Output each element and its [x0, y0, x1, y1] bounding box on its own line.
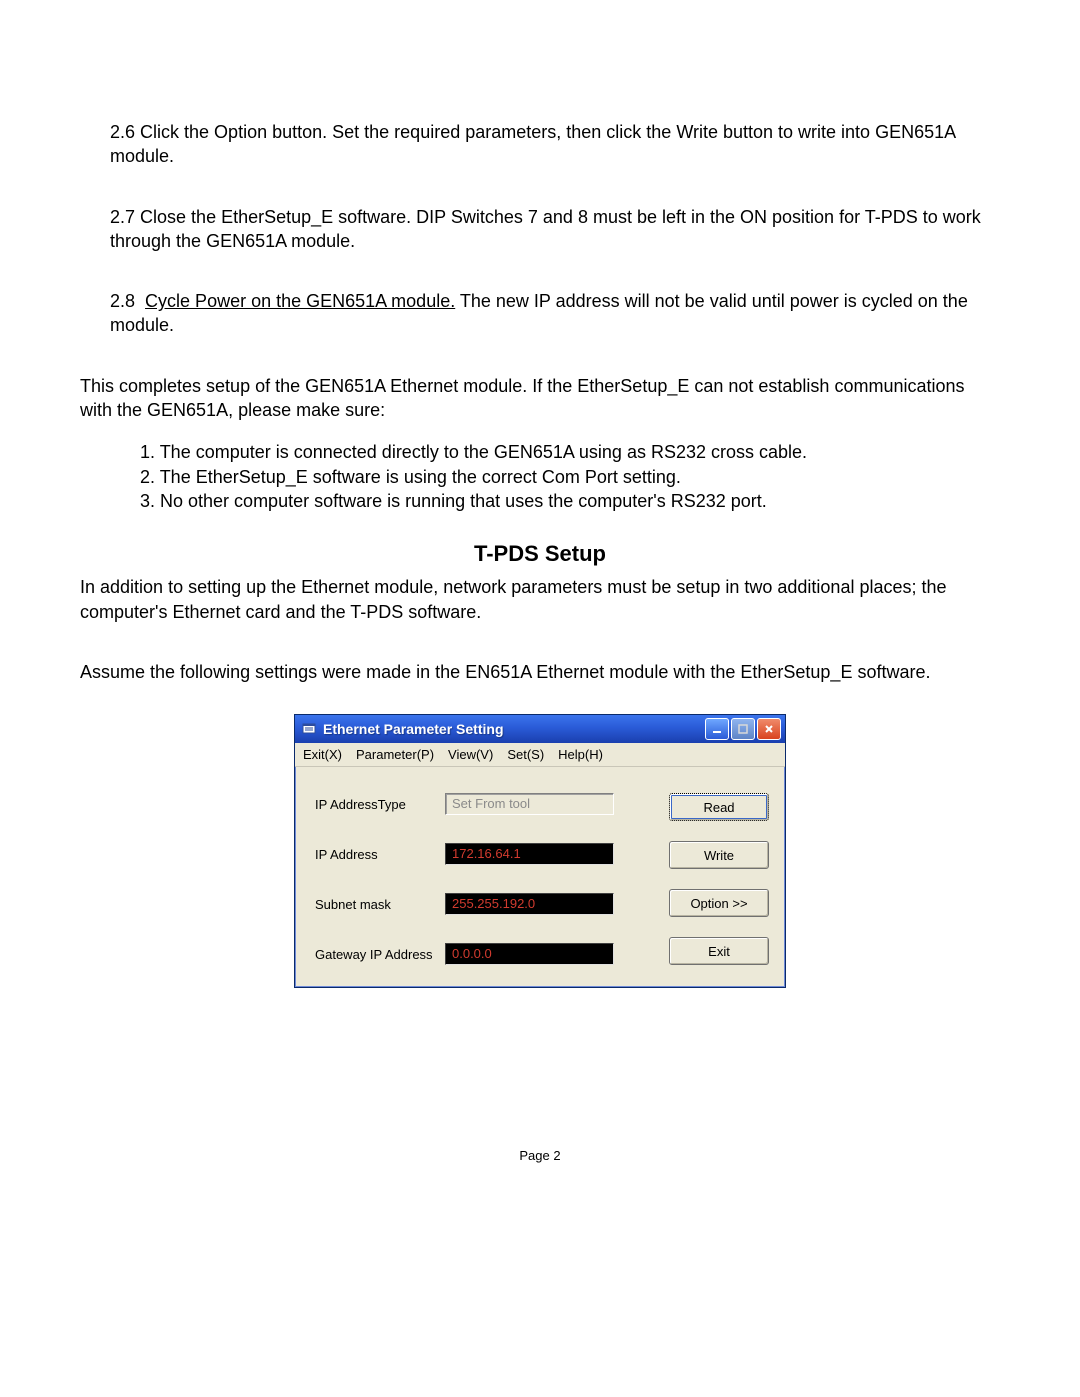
write-button[interactable]: Write	[669, 841, 769, 869]
label-gateway-ip: Gateway IP Address	[315, 947, 445, 962]
step-2-6: 2.6 Click the Option button. Set the req…	[80, 120, 1000, 169]
menu-set[interactable]: Set(S)	[507, 747, 544, 762]
assume-paragraph: Assume the following settings were made …	[80, 660, 1000, 684]
field-ip-address-type[interactable]: Set From tool	[445, 793, 614, 815]
step-2-8-underlined: Cycle Power on the GEN651A module.	[145, 291, 455, 311]
menu-help[interactable]: Help(H)	[558, 747, 603, 762]
maximize-button[interactable]	[731, 718, 755, 740]
menu-view[interactable]: View(V)	[448, 747, 493, 762]
step-2-7-prefix: 2.7	[110, 207, 135, 227]
field-gateway-ip[interactable]: 0.0.0.0	[445, 943, 614, 965]
menu-exit[interactable]: Exit(X)	[303, 747, 342, 762]
step-2-6-prefix: 2.6	[110, 122, 135, 142]
step-2-8: 2.8 Cycle Power on the GEN651A module. T…	[80, 289, 1000, 338]
intro-paragraph: In addition to setting up the Ethernet m…	[80, 575, 1000, 624]
step-2-6-text: Click the Option button. Set the require…	[110, 122, 955, 166]
label-ip-address: IP Address	[315, 847, 445, 862]
page-number: Page 2	[80, 1148, 1000, 1163]
read-button[interactable]: Read	[669, 793, 769, 821]
check-item-1: 1. The computer is connected directly to…	[140, 440, 1000, 464]
field-subnet-mask[interactable]: 255.255.192.0	[445, 893, 614, 915]
page-label: Page	[519, 1148, 553, 1163]
app-icon	[301, 721, 317, 737]
title-bar[interactable]: Ethernet Parameter Setting	[295, 715, 785, 743]
close-button[interactable]	[757, 718, 781, 740]
menu-parameter[interactable]: Parameter(P)	[356, 747, 434, 762]
section-heading: T-PDS Setup	[80, 541, 1000, 567]
check-item-3: 3. No other computer software is running…	[140, 489, 1000, 513]
check-item-2: 2. The EtherSetup_E software is using th…	[140, 465, 1000, 489]
step-2-8-prefix: 2.8	[110, 291, 135, 311]
label-ip-address-type: IP AddressType	[315, 797, 445, 812]
minimize-button[interactable]	[705, 718, 729, 740]
ethernet-parameter-dialog: Ethernet Parameter Setting Exit(X) Param…	[294, 714, 786, 988]
step-2-7: 2.7 Close the EtherSetup_E software. DIP…	[80, 205, 1000, 254]
page-no: 2	[553, 1148, 560, 1163]
menu-bar: Exit(X) Parameter(P) View(V) Set(S) Help…	[295, 743, 785, 767]
step-2-7-text: Close the EtherSetup_E software. DIP Swi…	[110, 207, 981, 251]
label-subnet-mask: Subnet mask	[315, 897, 445, 912]
exit-button[interactable]: Exit	[669, 937, 769, 965]
completes-paragraph: This completes setup of the GEN651A Ethe…	[80, 374, 1000, 423]
field-ip-address[interactable]: 172.16.64.1	[445, 843, 614, 865]
dialog-title: Ethernet Parameter Setting	[323, 721, 705, 737]
option-button[interactable]: Option >>	[669, 889, 769, 917]
